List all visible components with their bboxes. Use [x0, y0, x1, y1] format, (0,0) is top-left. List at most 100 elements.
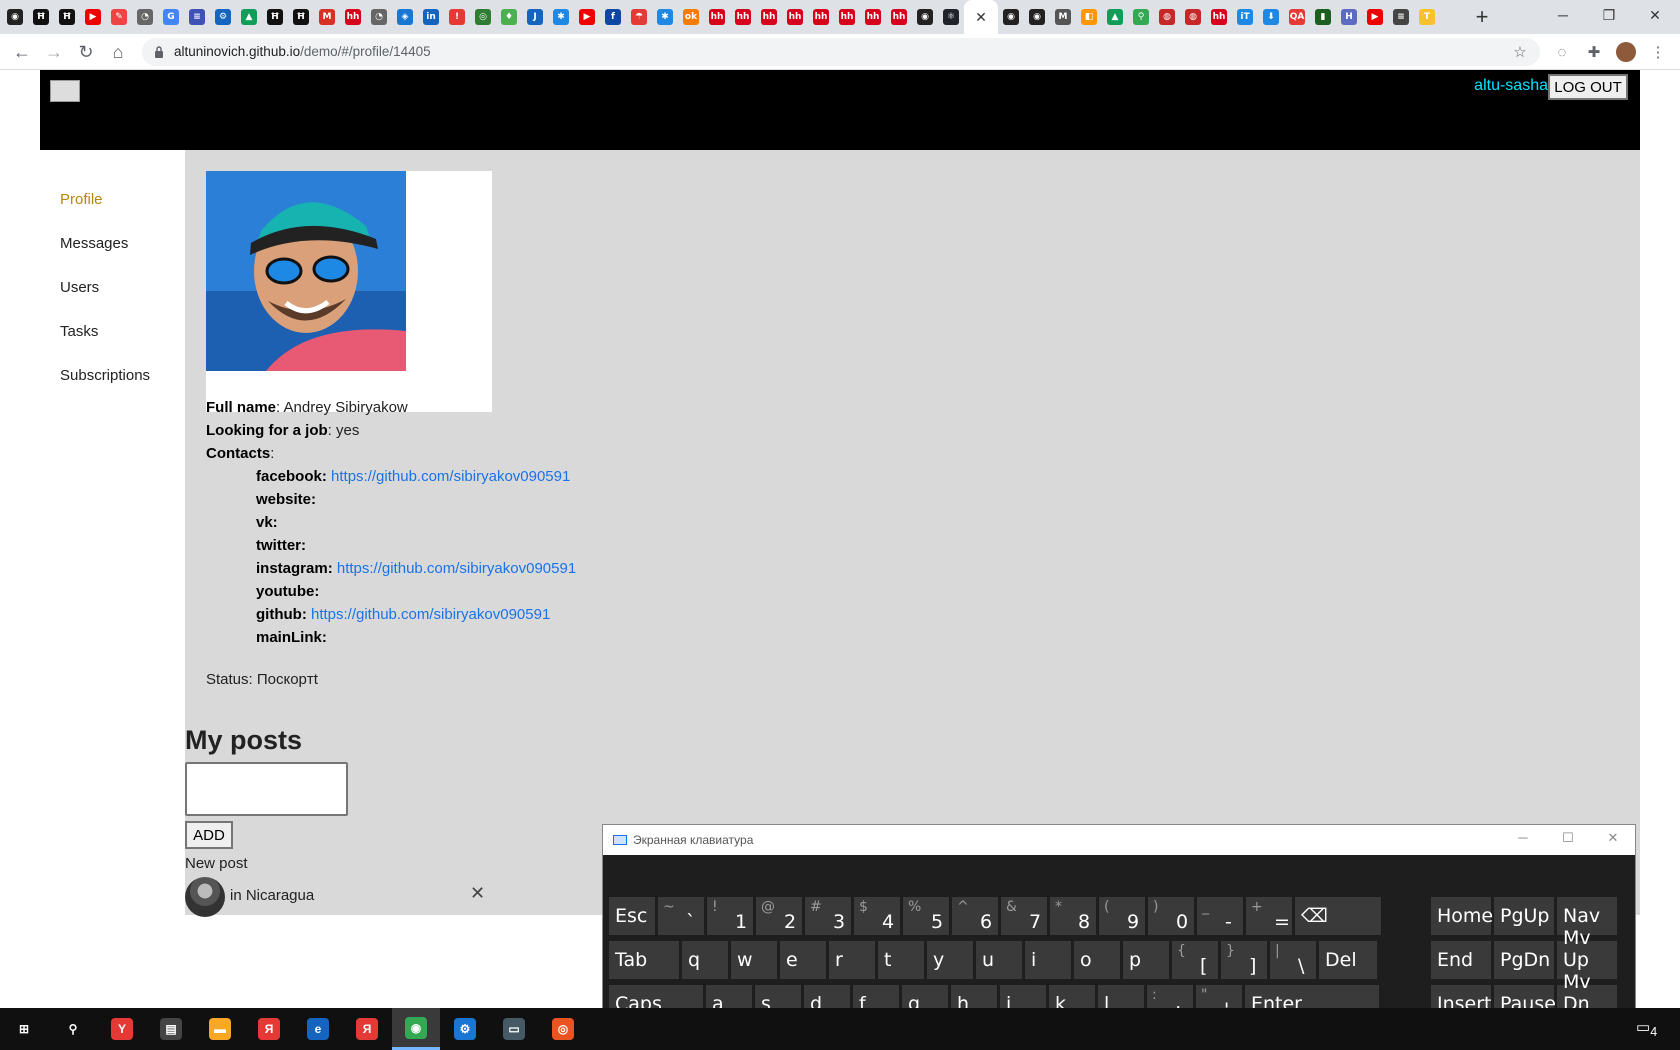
key-][interactable]: }]	[1221, 941, 1267, 979]
key-End[interactable]: End	[1431, 941, 1491, 979]
tab-tab[interactable]: ◎	[470, 0, 496, 34]
add-post-button[interactable]: ADD	[185, 821, 233, 849]
hexlet-tab[interactable]: Ħ	[262, 0, 288, 34]
gmail-tab[interactable]: M	[314, 0, 340, 34]
hh-tab[interactable]: hh	[730, 0, 756, 34]
key-=[interactable]: + =	[1246, 897, 1292, 935]
key-3[interactable]: #3	[805, 897, 851, 935]
hh-tab[interactable]: hh	[808, 0, 834, 34]
key-8[interactable]: * 8	[1050, 897, 1096, 935]
tab-tab[interactable]: ✱	[548, 0, 574, 34]
tab-tab[interactable]: !	[444, 0, 470, 34]
key-Home[interactable]: Home	[1431, 897, 1493, 935]
key-q[interactable]: q	[682, 941, 728, 979]
taskbar-chrome[interactable]: ◉	[392, 1008, 440, 1050]
profile-avatar[interactable]	[1616, 42, 1636, 62]
key-0[interactable]: ) 0	[1148, 897, 1194, 935]
contact-link[interactable]: https://github.com/sibiryakov090591	[337, 560, 576, 577]
react-tab[interactable]: ⚛	[938, 0, 964, 34]
key-u[interactable]: u	[976, 941, 1022, 979]
hexlet-tab[interactable]: Ħ	[288, 0, 314, 34]
youtube-tab[interactable]: ▶	[1362, 0, 1388, 34]
key-PgUp[interactable]: PgUp	[1494, 897, 1554, 935]
new-post-textarea[interactable]	[185, 762, 348, 816]
tab-tab[interactable]: in	[418, 0, 444, 34]
github-tab[interactable]: ◉	[912, 0, 938, 34]
tab-tab[interactable]: ▮	[1310, 0, 1336, 34]
key-[[interactable]: {[	[1172, 941, 1218, 979]
back-icon[interactable]: ←	[10, 40, 34, 64]
tab-tab[interactable]: ◧	[1076, 0, 1102, 34]
key-7[interactable]: & 7	[1001, 897, 1047, 935]
key-e[interactable]: e	[780, 941, 826, 979]
restore-button[interactable]: ❐	[1586, 0, 1632, 30]
profile-status[interactable]: Status: Поскоpтt	[206, 671, 318, 688]
key-6[interactable]: ^ 6	[952, 897, 998, 935]
key-4[interactable]: $4	[854, 897, 900, 935]
tab-tab[interactable]: ♦	[496, 0, 522, 34]
sidebar-item-messages[interactable]: Messages	[60, 235, 128, 252]
taskbar-yandex-browser[interactable]: Y	[98, 1008, 146, 1050]
notification-icon[interactable]: ▭4	[1636, 1018, 1657, 1039]
extensions-puzzle-icon[interactable]: ✚	[1584, 42, 1604, 62]
bookmark-star-icon[interactable]: ☆	[1510, 42, 1530, 62]
key-9[interactable]: (9	[1099, 897, 1145, 935]
taskbar-search[interactable]: ⚲	[49, 1008, 97, 1050]
login-name[interactable]: altu-sasha	[1474, 77, 1548, 95]
sidebar-item-tasks[interactable]: Tasks	[60, 323, 98, 340]
tab-tab[interactable]: ◍	[1154, 0, 1180, 34]
key-p[interactable]: p	[1123, 941, 1169, 979]
tab-tab[interactable]: ✎	[106, 0, 132, 34]
key-`[interactable]: ~ `	[658, 897, 704, 935]
youtube-tab[interactable]: ▶	[574, 0, 600, 34]
taskbar-start[interactable]: ⊞	[0, 1008, 48, 1050]
tab-tab[interactable]: ≡	[1388, 0, 1414, 34]
tab-tab[interactable]: ⬇	[1258, 0, 1284, 34]
tab-tab[interactable]: ◍	[1180, 0, 1206, 34]
logout-button[interactable]: LOG OUT	[1548, 74, 1628, 100]
key-⌫[interactable]: ⌫	[1295, 897, 1381, 935]
key-\[interactable]: | \	[1270, 941, 1316, 979]
key-o[interactable]: o	[1074, 941, 1120, 979]
sidebar-item-users[interactable]: Users	[60, 279, 99, 296]
key-t[interactable]: t	[878, 941, 924, 979]
tab-tab[interactable]: iT	[1232, 0, 1258, 34]
osk-maximize-button[interactable]: ☐	[1558, 830, 1578, 846]
contact-link[interactable]: https://github.com/sibiryakov090591	[331, 468, 570, 485]
drive-tab[interactable]: ▲	[1102, 0, 1128, 34]
maps-tab[interactable]: ⚲	[1128, 0, 1154, 34]
key-Del[interactable]: Del	[1319, 941, 1377, 979]
active-tab[interactable]: ✕	[964, 0, 998, 34]
hh-tab[interactable]: hh	[782, 0, 808, 34]
extension-icon[interactable]: ◌	[1552, 42, 1572, 62]
tab-tab[interactable]: H	[1336, 0, 1362, 34]
osk-minimize-button[interactable]: ─	[1513, 830, 1533, 845]
key-1[interactable]: ! 1	[707, 897, 753, 935]
taskbar-ubuntu[interactable]: ◎	[539, 1008, 587, 1050]
taskbar-explorer[interactable]: ▬	[196, 1008, 244, 1050]
hh-tab[interactable]: hh	[340, 0, 366, 34]
contact-link[interactable]: https://github.com/sibiryakov090591	[311, 606, 550, 623]
taskbar-edge[interactable]: e	[294, 1008, 342, 1050]
home-icon[interactable]: ⌂	[106, 40, 130, 64]
tab-tab[interactable]: ☂	[626, 0, 652, 34]
delete-post-icon[interactable]: ✕	[470, 883, 485, 904]
hexlet-tab[interactable]: Ħ	[28, 0, 54, 34]
key-2[interactable]: @2	[756, 897, 802, 935]
tab-tab[interactable]: ◔	[132, 0, 158, 34]
google-tab[interactable]: G	[158, 0, 184, 34]
key-Esc[interactable]: Esc	[609, 897, 655, 935]
tab-tab[interactable]: ◔	[366, 0, 392, 34]
tab-tab[interactable]: f	[600, 0, 626, 34]
docs-tab[interactable]: ≡	[184, 0, 210, 34]
key-Tab[interactable]: Tab	[609, 941, 679, 979]
youtube-tab[interactable]: ▶	[80, 0, 106, 34]
taskbar-network[interactable]: ⚙	[441, 1008, 489, 1050]
close-tab-icon[interactable]: ✕	[975, 9, 987, 26]
reload-icon[interactable]: ↻	[74, 40, 98, 64]
tab-tab[interactable]: M	[1050, 0, 1076, 34]
hh-tab[interactable]: hh	[704, 0, 730, 34]
github-tab[interactable]: ◉	[998, 0, 1024, 34]
taskbar-store[interactable]: ▤	[147, 1008, 195, 1050]
tab-tab[interactable]: T	[1414, 0, 1440, 34]
